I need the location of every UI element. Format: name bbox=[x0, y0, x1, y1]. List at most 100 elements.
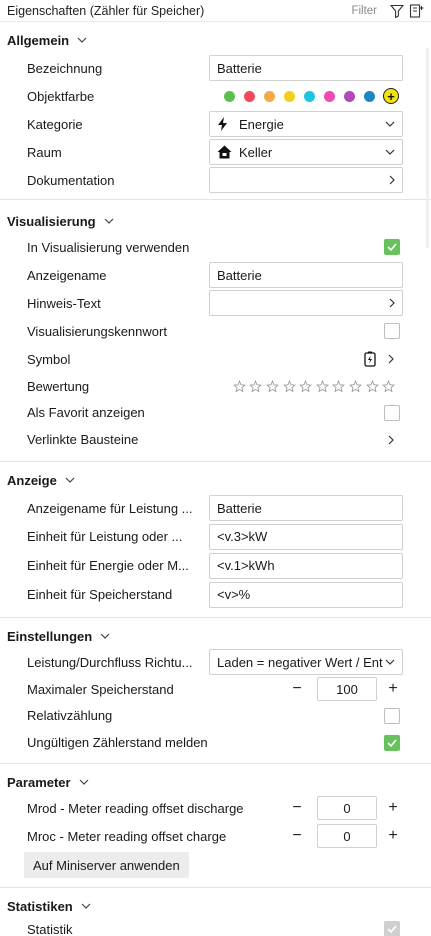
row-statistik: Statistik bbox=[0, 918, 431, 936]
color-swatch-pink[interactable] bbox=[324, 90, 335, 102]
scrollbar-thumb[interactable] bbox=[426, 48, 429, 248]
section-title: Parameter bbox=[7, 774, 71, 790]
battery-icon bbox=[364, 351, 376, 367]
relativzaehlung-checkbox[interactable] bbox=[384, 707, 400, 724]
increment-button[interactable]: + bbox=[383, 679, 403, 699]
richtung-dropdown[interactable]: Laden = negativer Wert / Entladen = posi… bbox=[209, 649, 403, 675]
row-anzeigename: Anzeigename Batterie bbox=[0, 261, 431, 289]
apply-to-miniserver-button[interactable]: Auf Miniserver anwenden bbox=[24, 852, 189, 878]
section-title: Visualisierung bbox=[7, 213, 96, 229]
hinweis-text-field[interactable] bbox=[209, 290, 403, 316]
row-ungueltig-melden: Ungültigen Zählerstand melden bbox=[0, 729, 431, 756]
max-speicherstand-input[interactable]: 100 bbox=[317, 677, 377, 701]
section-anzeige: Anzeige Anzeigename für Leistung ... Bat… bbox=[0, 468, 431, 618]
star-icon[interactable] bbox=[231, 379, 248, 393]
color-swatch-blue[interactable] bbox=[364, 90, 375, 102]
row-raum: Raum Keller bbox=[0, 138, 431, 166]
color-swatch-red[interactable] bbox=[244, 90, 255, 102]
in-visualisierung-checkbox[interactable] bbox=[384, 239, 400, 255]
house-icon bbox=[217, 145, 233, 159]
color-palette: + bbox=[224, 88, 399, 104]
anzeigename-label: Anzeigename bbox=[27, 267, 107, 283]
mroc-label: Mroc - Meter reading offset charge bbox=[27, 828, 227, 844]
max-speicherstand-stepper: − 100 + bbox=[287, 677, 403, 701]
raum-dropdown[interactable]: Keller bbox=[209, 139, 403, 165]
star-icon[interactable] bbox=[264, 379, 281, 393]
color-swatch-yellow[interactable] bbox=[284, 90, 295, 102]
scrollbar[interactable] bbox=[423, 22, 431, 936]
kennwort-checkbox[interactable] bbox=[384, 323, 400, 339]
section-header-allgemein[interactable]: Allgemein bbox=[0, 28, 431, 52]
decrement-button[interactable]: − bbox=[287, 798, 307, 818]
color-swatch-cyan[interactable] bbox=[304, 90, 315, 102]
section-header-einstellungen[interactable]: Einstellungen bbox=[0, 624, 431, 648]
hinweis-text-label: Hinweis-Text bbox=[27, 295, 101, 311]
row-richtung: Leistung/Durchfluss Richtu... Laden = ne… bbox=[0, 648, 431, 676]
star-icon[interactable] bbox=[364, 379, 381, 393]
section-header-visualisierung[interactable]: Visualisierung bbox=[0, 209, 431, 233]
row-anzeigename-leistung: Anzeigename für Leistung ... Batterie bbox=[0, 494, 431, 522]
section-statistiken: Statistiken Statistik bbox=[0, 894, 431, 936]
star-icon[interactable] bbox=[314, 379, 331, 393]
anzeige-row-input[interactable]: <v>% bbox=[209, 581, 403, 608]
kategorie-dropdown[interactable]: Energie bbox=[209, 111, 403, 137]
anzeige-row-label: Einheit für Energie oder M... bbox=[27, 558, 189, 573]
star-icon[interactable] bbox=[347, 379, 364, 393]
decrement-button[interactable]: − bbox=[287, 826, 307, 846]
anzeigename-input[interactable]: Batterie bbox=[209, 262, 403, 288]
ungueltig-melden-checkbox[interactable] bbox=[384, 734, 400, 751]
in-visualisierung-label: In Visualisierung verwenden bbox=[27, 239, 190, 255]
favorit-checkbox[interactable] bbox=[384, 404, 400, 421]
mrod-input[interactable]: 0 bbox=[317, 796, 377, 820]
section-title: Statistiken bbox=[7, 898, 73, 914]
filter-label[interactable]: Filter bbox=[351, 5, 377, 17]
color-swatch-green[interactable] bbox=[224, 90, 235, 102]
favorit-label: Als Favorit anzeigen bbox=[27, 405, 145, 420]
rating-stars[interactable] bbox=[231, 379, 397, 393]
mrod-label: Mrod - Meter reading offset discharge bbox=[27, 800, 244, 816]
mroc-input[interactable]: 0 bbox=[317, 824, 377, 848]
increment-button[interactable]: + bbox=[383, 826, 403, 846]
decrement-button[interactable]: − bbox=[287, 679, 307, 699]
funnel-icon[interactable] bbox=[389, 3, 405, 19]
star-icon[interactable] bbox=[331, 379, 348, 393]
mroc-stepper: − 0 + bbox=[287, 824, 403, 848]
section-allgemein: Allgemein Bezeichnung Batterie Objektfar… bbox=[0, 28, 431, 200]
add-color-button[interactable]: + bbox=[383, 88, 399, 104]
anzeige-row-input[interactable]: <v.3>kW bbox=[209, 523, 403, 550]
anzeige-row-input[interactable]: Batterie bbox=[209, 495, 403, 521]
star-icon[interactable] bbox=[380, 379, 397, 393]
anzeige-row-input[interactable]: <v.1>kWh bbox=[209, 552, 403, 579]
raum-value: Keller bbox=[239, 144, 273, 160]
ungueltig-melden-label: Ungültigen Zählerstand melden bbox=[27, 735, 208, 750]
bezeichnung-input[interactable]: Batterie bbox=[209, 55, 403, 81]
row-symbol[interactable]: Symbol bbox=[0, 345, 431, 373]
raum-label: Raum bbox=[27, 144, 62, 160]
star-icon[interactable] bbox=[248, 379, 265, 393]
chevron-down-icon bbox=[77, 37, 87, 43]
increment-button[interactable]: + bbox=[383, 798, 403, 818]
section-header-statistiken[interactable]: Statistiken bbox=[0, 894, 431, 918]
chevron-down-icon bbox=[100, 633, 110, 639]
row-kategorie: Kategorie Energie bbox=[0, 110, 431, 138]
kennwort-label: Visualisierungskennwort bbox=[27, 323, 167, 339]
star-icon[interactable] bbox=[297, 379, 314, 393]
chevron-down-icon bbox=[65, 477, 75, 483]
row-bewertung: Bewertung bbox=[0, 373, 431, 399]
color-swatch-purple[interactable] bbox=[344, 90, 355, 102]
row-in-visualisierung: In Visualisierung verwenden bbox=[0, 233, 431, 261]
max-speicherstand-label: Maximaler Speicherstand bbox=[27, 681, 174, 697]
panel-layout-icon[interactable] bbox=[409, 3, 425, 19]
star-icon[interactable] bbox=[281, 379, 298, 393]
panel-title: Eigenschaften (Zähler für Speicher) bbox=[7, 3, 205, 18]
kategorie-value: Energie bbox=[239, 116, 284, 132]
section-header-parameter[interactable]: Parameter bbox=[0, 770, 431, 794]
dokumentation-field[interactable] bbox=[209, 167, 403, 193]
chevron-right-icon bbox=[383, 298, 395, 308]
color-swatch-orange[interactable] bbox=[264, 90, 275, 102]
row-verlinkte-bausteine[interactable]: Verlinkte Bausteine bbox=[0, 426, 431, 453]
chevron-down-icon bbox=[383, 659, 395, 665]
section-title: Einstellungen bbox=[7, 628, 93, 644]
statistik-checkbox[interactable] bbox=[384, 921, 400, 936]
section-header-anzeige[interactable]: Anzeige bbox=[0, 468, 431, 492]
